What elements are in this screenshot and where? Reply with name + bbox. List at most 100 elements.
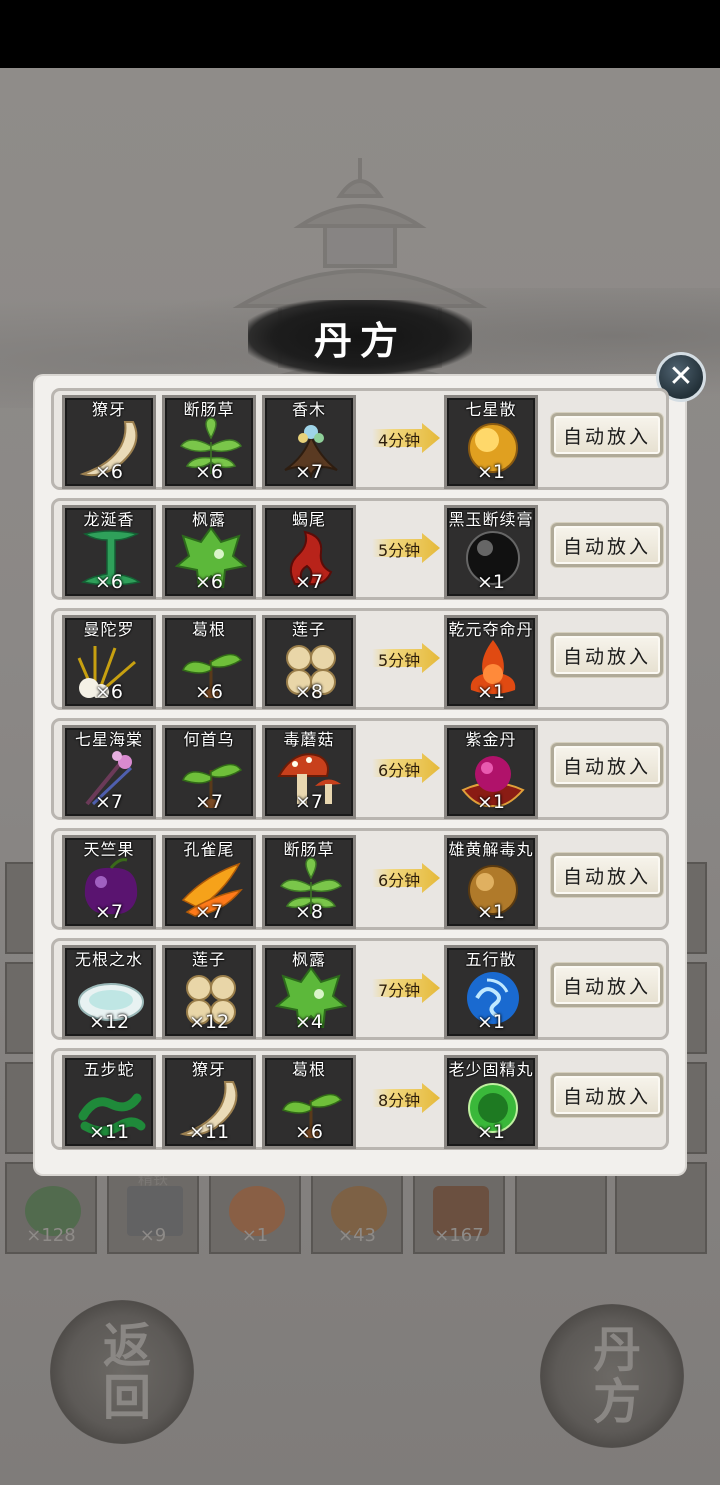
close-icon: ✕ [668,359,694,394]
ingredient-slot[interactable]: 五步蛇 ×11 [62,1055,156,1149]
inventory-slot[interactable]: ×128 [5,1162,97,1254]
item-name: 葛根 [291,1060,326,1079]
item-name: 断肠草 [183,400,235,419]
ingredient-slot[interactable]: 断肠草 ×8 [262,835,356,929]
ingredient-slot[interactable]: 葛根 ×6 [262,1055,356,1149]
status-bar [0,0,720,68]
inventory-slot[interactable]: ×1 [209,1162,301,1254]
craft-time-arrow: 5分钟 [372,643,440,673]
item-name: 獠牙 [191,1060,226,1079]
back-button[interactable]: 返回 [50,1300,194,1444]
recipe-row: 獠牙 ×6 断肠草 ×6 香木 ×7 4分钟 七星散 ×1 自动放入 [51,388,669,490]
item-name: 枫露 [191,510,226,529]
inventory-slot-empty[interactable] [615,1162,707,1254]
auto-place-button[interactable]: 自动放入 [551,523,663,567]
inventory-slot[interactable]: 精铁 ×9 [107,1162,199,1254]
item-count: ×7 [94,791,123,813]
ingredient-slot[interactable]: 香木 ×7 [262,395,356,489]
craft-time-arrow: 7分钟 [372,973,440,1003]
ingredient-slot[interactable]: 蝎尾 ×7 [262,505,356,599]
product-slot[interactable]: 黑玉断续膏 ×1 [444,505,538,599]
ingredient-slot[interactable]: 断肠草 ×6 [162,395,256,489]
item-name: 紫金丹 [465,730,517,749]
ingredient-slot[interactable]: 天竺果 ×7 [62,835,156,929]
ingredient-slot[interactable]: 獠牙 ×6 [62,395,156,489]
recipe-book-button[interactable]: 丹方 [540,1304,684,1448]
craft-time: 5分钟 [378,541,421,560]
item-name: 黑玉断续膏 [448,510,534,529]
item-name: 獠牙 [91,400,126,419]
item-name: 枫露 [291,950,326,969]
item-count: ×6 [94,461,123,483]
item-count: ×1 [476,901,505,923]
item-name: 毒蘑菇 [283,730,335,749]
product-slot[interactable]: 紫金丹 ×1 [444,725,538,819]
auto-place-button[interactable]: 自动放入 [551,743,663,787]
ingredient-slot[interactable]: 莲子 ×12 [162,945,256,1039]
recipe-row: 七星海棠 ×7 何首乌 ×7 毒蘑菇 ×7 6分钟 紫金丹 ×1 自动放入 [51,718,669,820]
auto-place-button[interactable]: 自动放入 [551,963,663,1007]
ingredient-slot[interactable]: 枫露 ×4 [262,945,356,1039]
item-count: ×1 [476,1121,505,1143]
item-count: ×1 [476,461,505,483]
item-name: 雄黄解毒丸 [448,840,534,859]
auto-place-button[interactable]: 自动放入 [551,633,663,677]
item-name: 曼陀罗 [83,620,135,639]
item-count: ×1 [476,791,505,813]
craft-time: 6分钟 [378,761,421,780]
craft-time-arrow: 4分钟 [372,423,440,453]
ingredient-slot[interactable]: 枫露 ×6 [162,505,256,599]
item-name: 莲子 [191,950,226,969]
item-count: ×11 [188,1121,230,1143]
ingredient-slot[interactable]: 葛根 ×6 [162,615,256,709]
ingredient-slot[interactable]: 龙涎香 ×6 [62,505,156,599]
item-count: ×7 [194,901,223,923]
craft-time-arrow: 6分钟 [372,753,440,783]
ingredient-slot[interactable]: 獠牙 ×11 [162,1055,256,1149]
item-name: 断肠草 [283,840,335,859]
ingredient-slot[interactable]: 何首乌 ×7 [162,725,256,819]
craft-time-arrow: 8分钟 [372,1083,440,1113]
product-slot[interactable]: 乾元夺命丹 ×1 [444,615,538,709]
ingredient-slot[interactable]: 孔雀尾 ×7 [162,835,256,929]
product-slot[interactable]: 雄黄解毒丸 ×1 [444,835,538,929]
auto-place-button[interactable]: 自动放入 [551,853,663,897]
item-count: ×7 [94,901,123,923]
inventory-row: ×128 精铁 ×9 ×1 ×43 ×167 [0,1162,720,1258]
item-name: 天竺果 [83,840,135,859]
recipe-row: 无根之水 ×12 莲子 ×12 枫露 ×4 7分钟 五行散 ×1 自动放入 [51,938,669,1040]
item-name: 孔雀尾 [183,840,235,859]
auto-place-button[interactable]: 自动放入 [551,1073,663,1117]
item-name: 五步蛇 [83,1060,135,1079]
craft-time: 8分钟 [378,1091,421,1110]
product-slot[interactable]: 七星散 ×1 [444,395,538,489]
item-count: ×6 [94,571,123,593]
inventory-slot-empty[interactable] [515,1162,607,1254]
craft-time: 5分钟 [378,651,421,670]
item-count: ×6 [94,681,123,703]
craft-time: 6分钟 [378,871,421,890]
ingredient-slot[interactable]: 莲子 ×8 [262,615,356,709]
inventory-slot[interactable]: ×167 [413,1162,505,1254]
auto-place-button[interactable]: 自动放入 [551,413,663,457]
product-slot[interactable]: 老少固精丸 ×1 [444,1055,538,1149]
recipe-row: 五步蛇 ×11 獠牙 ×11 葛根 ×6 8分钟 老少固精丸 ×1 自动放入 [51,1048,669,1150]
item-name: 七星散 [465,400,517,419]
ingredient-slot[interactable]: 无根之水 ×12 [62,945,156,1039]
item-count: ×4 [294,1011,323,1033]
item-count: ×6 [194,681,223,703]
ingredient-slot[interactable]: 七星海棠 ×7 [62,725,156,819]
item-count: ×6 [194,571,223,593]
product-slot[interactable]: 五行散 ×1 [444,945,538,1039]
ingredient-slot[interactable]: 曼陀罗 ×6 [62,615,156,709]
item-count: ×1 [476,681,505,703]
item-name: 乾元夺命丹 [448,620,534,639]
inventory-slot[interactable]: ×43 [311,1162,403,1254]
item-name: 香木 [291,400,326,419]
item-count: ×6 [194,461,223,483]
item-name: 无根之水 [74,950,143,969]
ingredient-slot[interactable]: 毒蘑菇 ×7 [262,725,356,819]
item-count: ×7 [194,791,223,813]
item-count: ×8 [294,901,323,923]
item-name: 龙涎香 [83,510,135,529]
